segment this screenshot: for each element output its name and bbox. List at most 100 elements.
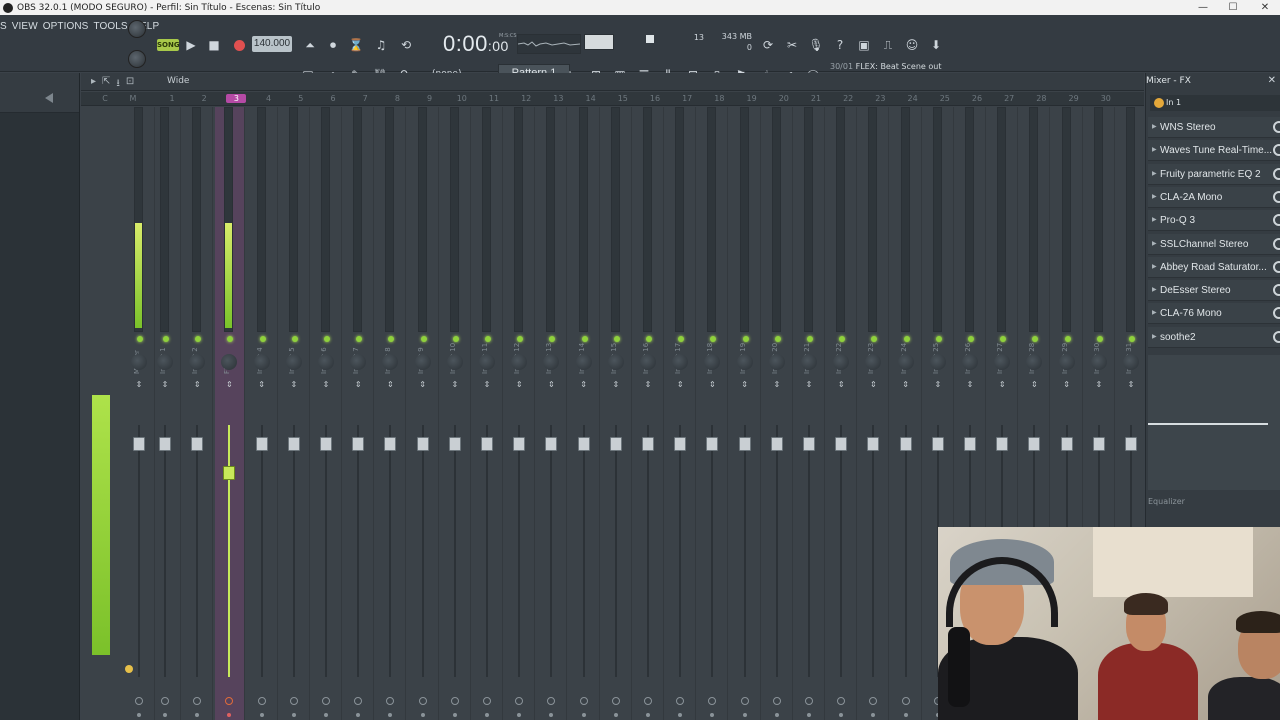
route-knob-icon[interactable] [354, 697, 363, 705]
scissors-icon[interactable]: ✂ [782, 35, 802, 55]
volume-fader[interactable] [609, 437, 622, 451]
route-knob-icon[interactable] [193, 697, 202, 705]
pan-knob[interactable] [1058, 354, 1075, 370]
route-knob-icon[interactable] [676, 697, 685, 705]
mute-led-icon[interactable] [452, 336, 459, 342]
mute-led-icon[interactable] [137, 336, 143, 342]
mixer-track[interactable]: Insert 9⇕ [409, 107, 439, 720]
route-knob-icon[interactable] [805, 697, 813, 705]
route-knob-icon[interactable] [418, 697, 427, 705]
fx-slot[interactable]: ▶ Abbey Road Saturator... [1148, 256, 1280, 278]
slot-arrow-icon[interactable]: ▶ [1152, 140, 1157, 160]
fx-slot[interactable]: ▶ CLA-2A Mono [1148, 186, 1280, 208]
mute-led-icon[interactable] [774, 336, 781, 342]
down-icon[interactable]: ⭳ [116, 76, 120, 93]
route-knob-icon[interactable] [772, 697, 781, 705]
volume-fader[interactable] [1060, 437, 1073, 451]
record-arm-icon[interactable] [678, 713, 683, 717]
slot-mix-knob-icon[interactable] [1273, 144, 1280, 157]
mixer-track[interactable]: FX⇕ [215, 107, 246, 720]
volume-fader[interactable] [481, 437, 493, 451]
pan-knob[interactable] [511, 354, 528, 370]
volume-fader[interactable] [674, 437, 687, 451]
mute-led-icon[interactable] [581, 336, 588, 342]
pan-knob[interactable] [575, 354, 592, 370]
volume-fader[interactable] [1125, 437, 1137, 451]
volume-fader[interactable] [1092, 437, 1105, 451]
route-knob-icon[interactable] [708, 697, 717, 705]
record-arm-icon[interactable] [324, 713, 328, 717]
volume-fader[interactable] [191, 437, 204, 451]
mixer-track[interactable]: Insert 11⇕ [473, 107, 503, 720]
fx-close-icon[interactable]: ✕ [1268, 75, 1276, 86]
pan-knob[interactable] [131, 354, 147, 370]
mixer-track[interactable]: Insert 22⇕ [827, 107, 858, 720]
record-arm-icon[interactable] [871, 713, 876, 717]
play-button[interactable]: ▶ [181, 35, 201, 55]
stereo-separation-icon[interactable]: ⇕ [869, 381, 877, 389]
record-arm-icon[interactable] [227, 713, 232, 717]
record-arm-icon[interactable] [807, 713, 811, 717]
mixer-track[interactable]: Insert 6⇕ [312, 107, 342, 720]
volume-fader[interactable] [642, 437, 654, 451]
step-edit-icon[interactable]: ♫ [371, 35, 391, 55]
mute-led-icon[interactable] [485, 336, 491, 342]
route-knob-icon[interactable] [257, 697, 266, 705]
route-knob-icon[interactable] [869, 697, 878, 705]
pan-knob[interactable] [994, 354, 1011, 370]
mixer-track[interactable]: Insert 4⇕ [248, 107, 278, 720]
slot-arrow-icon[interactable]: ▶ [1152, 327, 1157, 347]
master-send-knob[interactable] [125, 665, 133, 673]
route-knob-icon[interactable] [515, 697, 524, 705]
stereo-separation-icon[interactable]: ⇕ [741, 381, 749, 389]
mute-led-icon[interactable] [807, 336, 813, 342]
route-knob-icon[interactable] [225, 697, 234, 705]
record-arm-icon[interactable] [356, 713, 361, 717]
stereo-separation-icon[interactable]: ⇕ [386, 381, 394, 389]
record-arm-icon[interactable] [137, 713, 141, 717]
mixer-track[interactable]: Insert 5⇕ [280, 107, 310, 720]
volume-fader[interactable] [255, 437, 268, 451]
countdown-icon[interactable]: ⌛ [346, 35, 366, 55]
record-arm-icon[interactable] [646, 713, 650, 717]
mute-led-icon[interactable] [646, 336, 652, 342]
volume-fader[interactable] [159, 437, 171, 451]
route-knob-icon[interactable] [161, 697, 169, 705]
metronome-icon[interactable]: ⏶ [300, 35, 320, 55]
volume-fader[interactable] [545, 437, 558, 451]
fx-slot[interactable]: ▶ DeEsser Stereo [1148, 280, 1280, 302]
fx-slot[interactable]: ▶ WNS Stereo [1148, 117, 1280, 138]
chat-icon[interactable]: ☺ [902, 35, 922, 55]
record-arm-icon[interactable] [485, 713, 489, 717]
volume-fader[interactable] [867, 437, 880, 451]
pan-knob[interactable] [607, 354, 624, 370]
plugin-icon[interactable]: ⎍ [878, 35, 898, 55]
slot-mix-knob-icon[interactable] [1273, 237, 1280, 250]
volume-fader[interactable] [513, 437, 526, 451]
volume-fader[interactable] [1028, 437, 1041, 451]
stereo-separation-icon[interactable]: ⇕ [708, 381, 716, 389]
volume-fader[interactable] [964, 437, 976, 451]
record-arm-icon[interactable] [420, 713, 425, 717]
record-arm-icon[interactable] [581, 713, 586, 717]
pan-knob[interactable] [479, 354, 495, 370]
pan-knob[interactable] [833, 354, 850, 370]
record-arm-icon[interactable] [742, 713, 747, 717]
mute-led-icon[interactable] [968, 336, 974, 342]
mute-led-icon[interactable] [1096, 336, 1103, 342]
route-knob-icon[interactable] [289, 697, 298, 705]
route-knob-icon[interactable] [901, 697, 910, 705]
stereo-separation-icon[interactable]: ⇕ [483, 381, 491, 389]
route-knob-icon[interactable] [450, 697, 459, 705]
pan-knob[interactable] [221, 354, 238, 370]
pan-knob[interactable] [768, 354, 785, 370]
stereo-separation-icon[interactable]: ⇕ [290, 381, 298, 389]
stereo-separation-icon[interactable]: ⇕ [805, 381, 813, 389]
pan-knob[interactable] [929, 354, 946, 370]
stereo-separation-icon[interactable]: ⇕ [1095, 381, 1103, 389]
mixer-track[interactable]: Insert 16⇕ [634, 107, 664, 720]
route-knob-icon[interactable] [386, 697, 395, 705]
mixer-track[interactable]: Insert 12⇕ [505, 107, 536, 720]
stereo-separation-icon[interactable]: ⇕ [580, 381, 588, 389]
stereo-separation-icon[interactable]: ⇕ [451, 381, 459, 389]
